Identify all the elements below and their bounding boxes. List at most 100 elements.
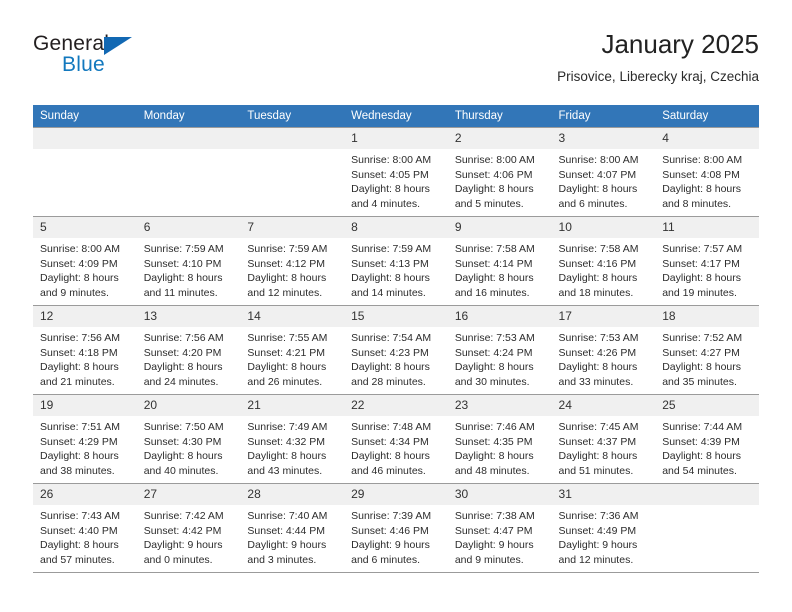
day-number: 30: [447, 484, 552, 505]
day-number: 21: [240, 395, 345, 416]
day-number: 26: [33, 484, 137, 505]
calendar-header-row: Sunday Monday Tuesday Wednesday Thursday…: [33, 105, 759, 128]
day-number: 18: [655, 306, 759, 327]
calendar-day-cell[interactable]: 25 Sunrise: 7:44 AM Sunset: 4:39 PM Dayligh…: [655, 394, 759, 484]
calendar-day-cell[interactable]: 15 Sunrise: 7:54 AM Sunset: 4:23 PM Dayligh…: [344, 305, 448, 395]
title-block: January 2025 Prisovice, Liberecky kraj, …: [557, 28, 759, 85]
calendar-day-cell[interactable]: 3 Sunrise: 8:00 AM Sunset: 4:07 PM Daylight…: [551, 127, 656, 217]
sunrise-text: Sunrise: 7:59 AM: [351, 243, 432, 255]
calendar-week-row: 19 Sunrise: 7:51 AM Sunset: 4:29 PM Dayligh…: [33, 394, 759, 484]
day-number: 14: [240, 306, 345, 327]
calendar-day-cell[interactable]: 29 Sunrise: 7:39 AM Sunset: 4:46 PM Dayligh…: [344, 483, 448, 573]
sunrise-text: Sunrise: 7:39 AM: [351, 510, 432, 522]
calendar-day-cell[interactable]: 1 Sunrise: 8:00 AM Sunset: 4:05 PM Daylight…: [344, 127, 448, 217]
sunrise-text: Sunrise: 7:43 AM: [40, 510, 120, 522]
daylight-text-line2: and 30 minutes.: [454, 375, 530, 388]
calendar-day-cell[interactable]: 23 Sunrise: 7:46 AM Sunset: 4:35 PM Dayligh…: [447, 394, 552, 484]
calendar-body: 1 Sunrise: 8:00 AM Sunset: 4:05 PM Daylight…: [33, 127, 759, 573]
calendar-day-cell[interactable]: 12 Sunrise: 7:56 AM Sunset: 4:18 PM Dayligh…: [33, 305, 137, 395]
calendar-day-cell[interactable]: 17 Sunrise: 7:53 AM Sunset: 4:26 PM Dayligh…: [551, 305, 656, 395]
daylight-text-line1: Daylight: 9 hours: [351, 539, 430, 552]
calendar-day-cell[interactable]: 7 Sunrise: 7:59 AM Sunset: 4:12 PM Daylight…: [240, 216, 345, 306]
weekday-header-sunday: Sunday: [33, 105, 137, 128]
calendar-day-cell[interactable]: 31 Sunrise: 7:36 AM Sunset: 4:49 PM Dayligh…: [551, 483, 656, 573]
sunset-text: Sunset: 4:10 PM: [143, 257, 222, 270]
sunset-text: Sunset: 4:20 PM: [143, 346, 222, 359]
day-details: Sunrise: 7:53 AM Sunset: 4:26 PM Daylight:…: [552, 327, 656, 389]
calendar-day-cell[interactable]: 22 Sunrise: 7:48 AM Sunset: 4:34 PM Dayligh…: [344, 394, 448, 484]
calendar-page: General Blue January 2025 Prisovice, Lib…: [0, 0, 792, 612]
sunset-text: Sunset: 4:24 PM: [454, 346, 533, 359]
daylight-text-line1: Daylight: 8 hours: [351, 183, 430, 196]
daylight-text-line1: Daylight: 8 hours: [40, 450, 119, 463]
logo-triangle-icon: [104, 37, 132, 55]
sunrise-text: Sunrise: 7:48 AM: [351, 421, 432, 433]
day-details: Sunrise: 8:00 AM Sunset: 4:07 PM Daylight:…: [552, 149, 656, 211]
daylight-text-line1: Daylight: 8 hours: [40, 361, 119, 374]
daylight-text-line2: and 35 minutes.: [662, 375, 737, 388]
calendar-day-cell[interactable]: 14 Sunrise: 7:55 AM Sunset: 4:21 PM Dayligh…: [240, 305, 345, 395]
calendar-day-cell[interactable]: 18 Sunrise: 7:52 AM Sunset: 4:27 PM Dayligh…: [655, 305, 759, 395]
calendar-day-cell[interactable]: 10 Sunrise: 7:58 AM Sunset: 4:16 PM Dayligh…: [551, 216, 656, 306]
calendar-day-cell[interactable]: 20 Sunrise: 7:50 AM Sunset: 4:30 PM Dayligh…: [136, 394, 241, 484]
day-number: 24: [551, 395, 656, 416]
day-details: Sunrise: 7:42 AM Sunset: 4:42 PM Daylight:…: [137, 505, 241, 567]
sunrise-text: Sunrise: 7:50 AM: [143, 421, 224, 433]
daylight-text-line1: Daylight: 8 hours: [558, 183, 638, 196]
calendar-day-cell[interactable]: 5 Sunrise: 8:00 AM Sunset: 4:09 PM Daylight…: [33, 216, 137, 306]
day-number: 28: [240, 484, 345, 505]
sunrise-text: Sunrise: 7:46 AM: [454, 421, 535, 433]
day-details: Sunrise: 7:56 AM Sunset: 4:20 PM Daylight:…: [137, 327, 241, 389]
day-number: 20: [136, 395, 241, 416]
calendar-day-cell[interactable]: 11 Sunrise: 7:57 AM Sunset: 4:17 PM Dayligh…: [655, 216, 759, 306]
daylight-text-line2: and 6 minutes.: [351, 553, 420, 566]
sunset-text: Sunset: 4:44 PM: [247, 524, 326, 537]
day-number: 7: [240, 217, 345, 238]
calendar-cell-empty: [655, 483, 759, 573]
calendar-day-cell[interactable]: 30 Sunrise: 7:38 AM Sunset: 4:47 PM Dayligh…: [447, 483, 552, 573]
sunrise-text: Sunrise: 7:57 AM: [662, 243, 743, 255]
calendar-day-cell[interactable]: 26 Sunrise: 7:43 AM Sunset: 4:40 PM Dayligh…: [33, 483, 137, 573]
daylight-text-line2: and 4 minutes.: [351, 197, 420, 210]
calendar-day-cell[interactable]: 4 Sunrise: 8:00 AM Sunset: 4:08 PM Daylight…: [655, 127, 759, 217]
calendar-day-cell[interactable]: 28 Sunrise: 7:40 AM Sunset: 4:44 PM Dayligh…: [240, 483, 345, 573]
sunrise-sunset-calendar: Sunday Monday Tuesday Wednesday Thursday…: [33, 105, 759, 573]
weekday-header-monday: Monday: [136, 105, 241, 128]
calendar-day-cell[interactable]: 27 Sunrise: 7:42 AM Sunset: 4:42 PM Dayligh…: [136, 483, 241, 573]
day-details: Sunrise: 8:00 AM Sunset: 4:08 PM Daylight:…: [655, 149, 759, 211]
calendar-day-cell[interactable]: 16 Sunrise: 7:53 AM Sunset: 4:24 PM Dayligh…: [447, 305, 552, 395]
sunset-text: Sunset: 4:29 PM: [40, 435, 118, 448]
daylight-text-line1: Daylight: 8 hours: [662, 361, 742, 374]
calendar-day-cell[interactable]: 19 Sunrise: 7:51 AM Sunset: 4:29 PM Dayligh…: [33, 394, 137, 484]
day-number: 29: [344, 484, 448, 505]
daylight-text-line2: and 33 minutes.: [558, 375, 634, 388]
weekday-header-friday: Friday: [551, 105, 656, 128]
day-details: Sunrise: 8:00 AM Sunset: 4:05 PM Daylight:…: [344, 149, 448, 211]
sunset-text: Sunset: 4:18 PM: [40, 346, 118, 359]
weekday-header-thursday: Thursday: [447, 105, 552, 128]
daylight-text-line1: Daylight: 8 hours: [351, 272, 430, 285]
calendar-day-cell[interactable]: 9 Sunrise: 7:58 AM Sunset: 4:14 PM Daylight…: [447, 216, 552, 306]
calendar-day-cell[interactable]: 6 Sunrise: 7:59 AM Sunset: 4:10 PM Daylight…: [136, 216, 241, 306]
calendar-day-cell[interactable]: 13 Sunrise: 7:56 AM Sunset: 4:20 PM Dayligh…: [136, 305, 241, 395]
calendar-cell-empty: [240, 127, 345, 217]
day-number: 22: [344, 395, 448, 416]
calendar-day-cell[interactable]: 2 Sunrise: 8:00 AM Sunset: 4:06 PM Daylight…: [447, 127, 552, 217]
daylight-text-line2: and 51 minutes.: [558, 464, 634, 477]
daylight-text-line2: and 11 minutes.: [143, 286, 218, 299]
daylight-text-line1: Daylight: 8 hours: [247, 361, 327, 374]
calendar-day-cell[interactable]: 8 Sunrise: 7:59 AM Sunset: 4:13 PM Daylight…: [344, 216, 448, 306]
day-details: Sunrise: 7:59 AM Sunset: 4:12 PM Daylight:…: [240, 238, 344, 300]
calendar-day-cell[interactable]: 21 Sunrise: 7:49 AM Sunset: 4:32 PM Dayligh…: [240, 394, 345, 484]
day-details: Sunrise: 7:38 AM Sunset: 4:47 PM Daylight:…: [448, 505, 552, 567]
calendar-day-cell[interactable]: 24 Sunrise: 7:45 AM Sunset: 4:37 PM Dayligh…: [551, 394, 656, 484]
sunset-text: Sunset: 4:26 PM: [558, 346, 637, 359]
page-title: January 2025: [601, 29, 759, 59]
day-number: 9: [447, 217, 552, 238]
sunset-text: Sunset: 4:46 PM: [351, 524, 429, 537]
day-details: Sunrise: 7:59 AM Sunset: 4:13 PM Daylight:…: [344, 238, 448, 300]
sunset-text: Sunset: 4:06 PM: [454, 168, 533, 181]
calendar-week-row: 1 Sunrise: 8:00 AM Sunset: 4:05 PM Daylight…: [33, 127, 759, 217]
daylight-text-line2: and 18 minutes.: [558, 286, 634, 299]
weekday-header-wednesday: Wednesday: [344, 105, 448, 128]
